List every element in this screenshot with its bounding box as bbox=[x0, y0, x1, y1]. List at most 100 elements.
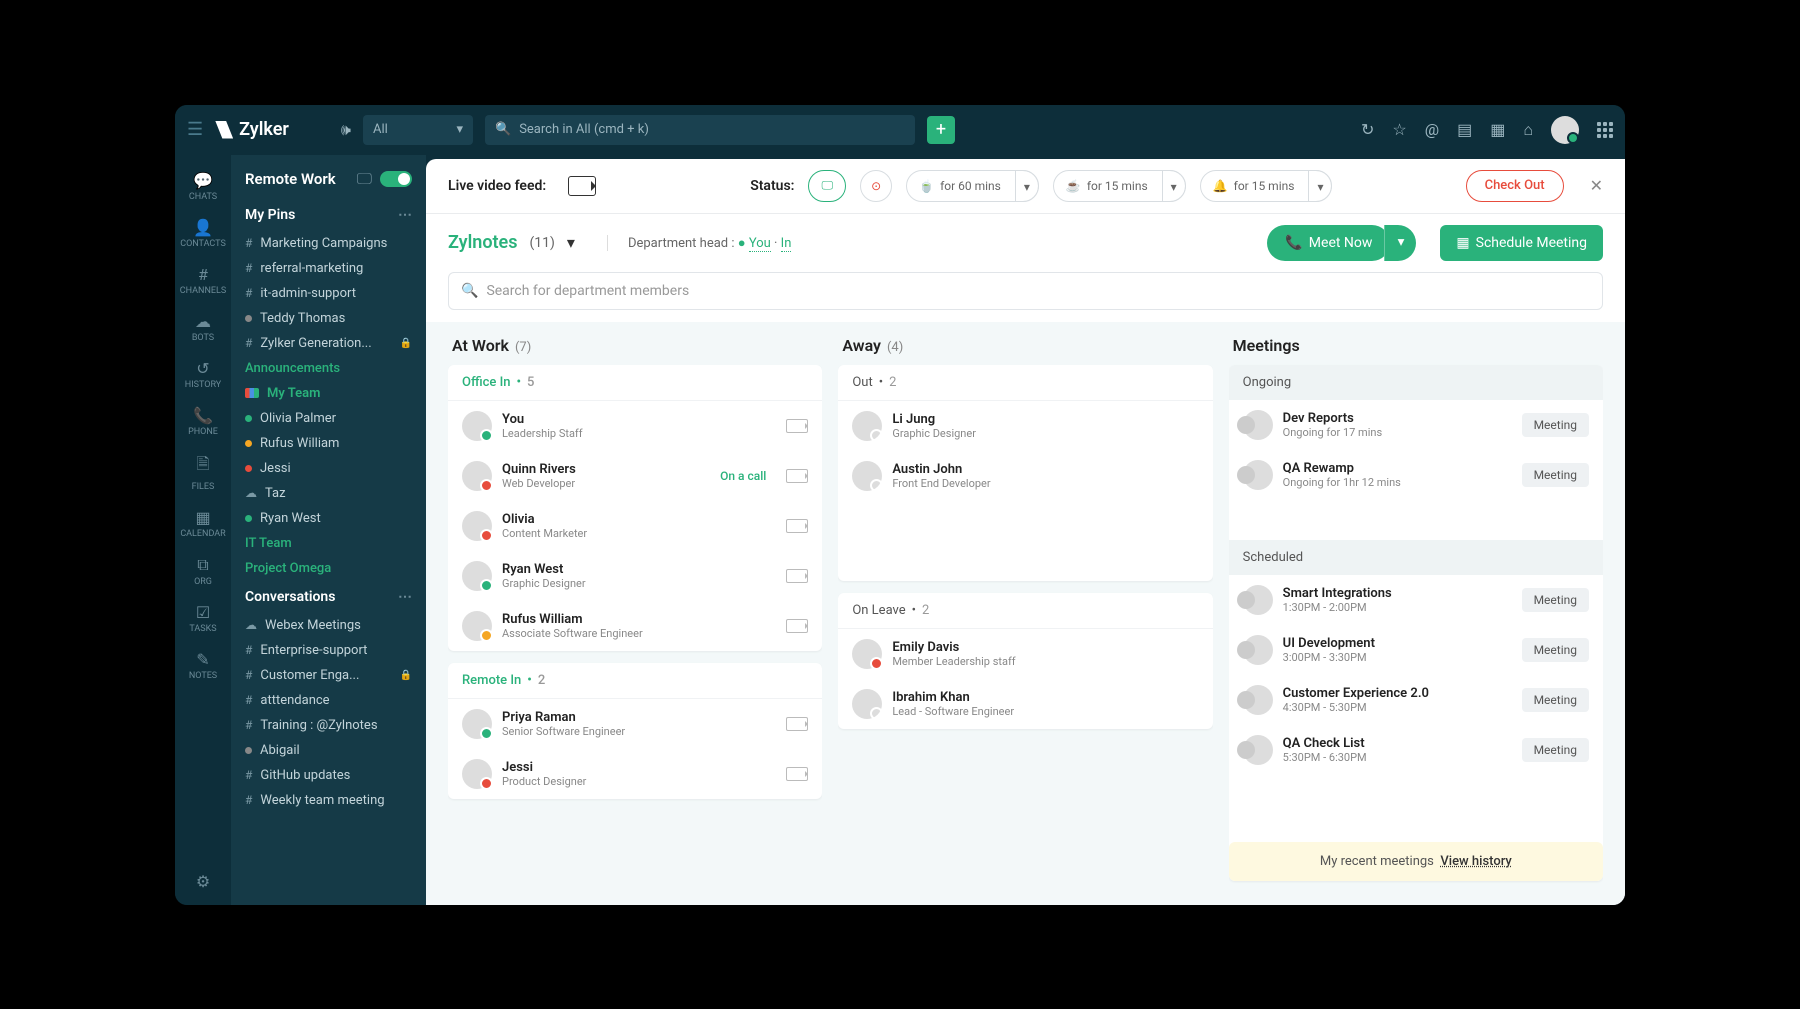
rail-calendar[interactable]: ▦CALENDAR bbox=[175, 502, 231, 545]
schedule-meeting-button[interactable]: ▦Schedule Meeting bbox=[1440, 225, 1603, 261]
person-row[interactable]: Ryan WestGraphic Designer bbox=[448, 551, 822, 601]
status-opt-2[interactable]: ☕for 15 mins▾ bbox=[1053, 170, 1186, 202]
rail-chats[interactable]: 💬CHATS bbox=[175, 165, 231, 208]
conversation-item[interactable]: ☁Webex Meetings bbox=[231, 613, 426, 638]
meeting-badge[interactable]: Meeting bbox=[1522, 413, 1589, 437]
remote-toggle[interactable] bbox=[380, 171, 412, 187]
meeting-badge[interactable]: Meeting bbox=[1522, 463, 1589, 487]
person-row[interactable]: Ibrahim KhanLead - Software Engineer bbox=[838, 679, 1212, 729]
announcements-link[interactable]: Announcements bbox=[231, 356, 426, 381]
settings-gear-icon[interactable]: ⚙ bbox=[196, 872, 210, 891]
conversation-item[interactable]: Abigail bbox=[231, 738, 426, 763]
dept-search-input[interactable]: 🔍 Search for department members bbox=[448, 272, 1603, 310]
meeting-item[interactable]: QA Check List5:30PM - 6:30PMMeeting bbox=[1229, 725, 1603, 775]
itteam-link[interactable]: IT Team bbox=[231, 531, 426, 556]
monitor-icon[interactable]: 🖵 bbox=[357, 169, 372, 189]
user-avatar[interactable] bbox=[1551, 116, 1579, 144]
camera-icon[interactable] bbox=[786, 619, 808, 633]
person-row[interactable]: Emily DavisMember Leadership staff bbox=[838, 629, 1212, 679]
camera-icon[interactable] bbox=[786, 569, 808, 583]
rail-org[interactable]: ⧉ORG bbox=[175, 549, 231, 593]
person-row[interactable]: Rufus WilliamAssociate Software Engineer bbox=[448, 601, 822, 651]
person-row[interactable]: Li JungGraphic Designer bbox=[838, 401, 1212, 451]
meeting-item[interactable]: UI Development3:00PM - 3:30PMMeeting bbox=[1229, 625, 1603, 675]
status-opt-1[interactable]: 🍵for 60 mins▾ bbox=[906, 170, 1039, 202]
refresh-icon[interactable]: ↻ bbox=[1361, 120, 1374, 139]
team-member-item[interactable]: Olivia Palmer bbox=[231, 406, 426, 431]
search-input[interactable]: 🔍 Search in All (cmd + k) bbox=[485, 115, 915, 145]
pins-menu-icon[interactable]: ⋯ bbox=[398, 207, 412, 223]
person-row[interactable]: JessiProduct Designer bbox=[448, 749, 822, 799]
person-row[interactable]: OliviaContent Marketer bbox=[448, 501, 822, 551]
meeting-item[interactable]: Dev ReportsOngoing for 17 minsMeeting bbox=[1229, 400, 1603, 450]
team-member-item[interactable]: ☁Taz bbox=[231, 481, 426, 506]
camera-icon[interactable] bbox=[786, 519, 808, 533]
rail-contacts[interactable]: 👤CONTACTS bbox=[175, 212, 231, 255]
meet-now-split[interactable]: ▾ bbox=[1384, 225, 1416, 261]
status-available[interactable]: 🖵 bbox=[808, 170, 846, 202]
camera-icon[interactable] bbox=[786, 469, 808, 483]
camera-icon[interactable] bbox=[786, 419, 808, 433]
sound-icon[interactable]: 🕪 bbox=[341, 120, 351, 140]
camera-icon[interactable] bbox=[568, 176, 596, 196]
conversation-item[interactable]: #atttendance bbox=[231, 688, 426, 713]
myteam-link[interactable]: My Team bbox=[231, 381, 426, 406]
pin-item[interactable]: #Marketing Campaigns bbox=[231, 231, 426, 256]
calendar-icon[interactable]: ▦ bbox=[1490, 120, 1505, 139]
rail-notes[interactable]: ✎NOTES bbox=[175, 644, 231, 687]
star-icon[interactable]: ☆ bbox=[1392, 120, 1406, 139]
meeting-badge[interactable]: Meeting bbox=[1522, 688, 1589, 712]
conversation-item[interactable]: #GitHub updates bbox=[231, 763, 426, 788]
close-icon[interactable]: ✕ bbox=[1590, 176, 1603, 195]
office-in-card: Office In • 5 YouLeadership StaffQuinn R… bbox=[448, 365, 822, 651]
avatar bbox=[852, 411, 882, 441]
brand[interactable]: Zylker bbox=[215, 119, 289, 140]
person-row[interactable]: Austin JohnFront End Developer bbox=[838, 451, 1212, 501]
rail-files[interactable]: 🗎FILES bbox=[175, 447, 231, 498]
conversation-item[interactable]: #Customer Enga...🔒 bbox=[231, 663, 426, 688]
bookmark-icon[interactable]: ▤ bbox=[1457, 120, 1472, 139]
pin-item[interactable]: #it-admin-support bbox=[231, 281, 426, 306]
person-row[interactable]: Priya RamanSenior Software Engineer bbox=[448, 699, 822, 749]
camera-icon[interactable] bbox=[786, 717, 808, 731]
meeting-item[interactable]: Smart Integrations1:30PM - 2:00PMMeeting bbox=[1229, 575, 1603, 625]
team-member-item[interactable]: Jessi bbox=[231, 456, 426, 481]
conv-menu-icon[interactable]: ⋯ bbox=[398, 589, 412, 605]
rail-phone[interactable]: 📞PHONE bbox=[175, 400, 231, 443]
team-member-item[interactable]: Ryan West bbox=[231, 506, 426, 531]
pin-item[interactable]: Teddy Thomas bbox=[231, 306, 426, 331]
rail-tasks[interactable]: ☑TASKS bbox=[175, 597, 231, 640]
rail-history[interactable]: ↺HISTORY bbox=[175, 353, 231, 396]
camera-icon[interactable] bbox=[786, 767, 808, 781]
store-icon[interactable]: ⌂ bbox=[1523, 120, 1533, 140]
meeting-badge[interactable]: Meeting bbox=[1522, 638, 1589, 662]
status-location[interactable]: ⊙ bbox=[860, 170, 892, 202]
view-history-link[interactable]: View history bbox=[1440, 854, 1511, 869]
project-link[interactable]: Project Omega bbox=[231, 556, 426, 581]
hamburger-icon[interactable]: ☰ bbox=[187, 119, 203, 140]
status-opt-3[interactable]: 🔔for 15 mins▾ bbox=[1200, 170, 1333, 202]
search-scope-select[interactable]: All▾ bbox=[363, 115, 473, 145]
meeting-badge[interactable]: Meeting bbox=[1522, 738, 1589, 762]
dept-dropdown-icon[interactable]: ▾ bbox=[567, 233, 575, 252]
checkout-button[interactable]: Check Out bbox=[1466, 170, 1564, 202]
meeting-item[interactable]: QA RewampOngoing for 1hr 12 minsMeeting bbox=[1229, 450, 1603, 500]
apps-grid-icon[interactable] bbox=[1597, 122, 1613, 138]
meetings-footer: My recent meetings View history bbox=[1229, 842, 1603, 881]
pin-item[interactable]: #referral-marketing bbox=[231, 256, 426, 281]
conversation-item[interactable]: #Training : @Zylnotes bbox=[231, 713, 426, 738]
person-row[interactable]: Quinn RiversWeb DeveloperOn a call bbox=[448, 451, 822, 501]
rail-bots[interactable]: ☁BOTS bbox=[175, 306, 231, 349]
person-row[interactable]: YouLeadership Staff bbox=[448, 401, 822, 451]
rail-channels[interactable]: #CHANNELS bbox=[175, 259, 231, 302]
team-member-item[interactable]: Rufus William bbox=[231, 431, 426, 456]
conversation-item[interactable]: #Enterprise-support bbox=[231, 638, 426, 663]
meeting-badge[interactable]: Meeting bbox=[1522, 588, 1589, 612]
meeting-item[interactable]: Customer Experience 2.04:30PM - 5:30PMMe… bbox=[1229, 675, 1603, 725]
meet-now-button[interactable]: 📞Meet Now bbox=[1267, 225, 1390, 261]
mention-icon[interactable]: @ bbox=[1425, 120, 1439, 139]
pin-item[interactable]: #Zylker Generation...🔒 bbox=[231, 331, 426, 356]
conversation-item[interactable]: #Weekly team meeting bbox=[231, 788, 426, 813]
add-button[interactable]: + bbox=[927, 116, 955, 144]
department-row: Zylnotes (11) ▾ Department head : ● You … bbox=[426, 214, 1625, 272]
